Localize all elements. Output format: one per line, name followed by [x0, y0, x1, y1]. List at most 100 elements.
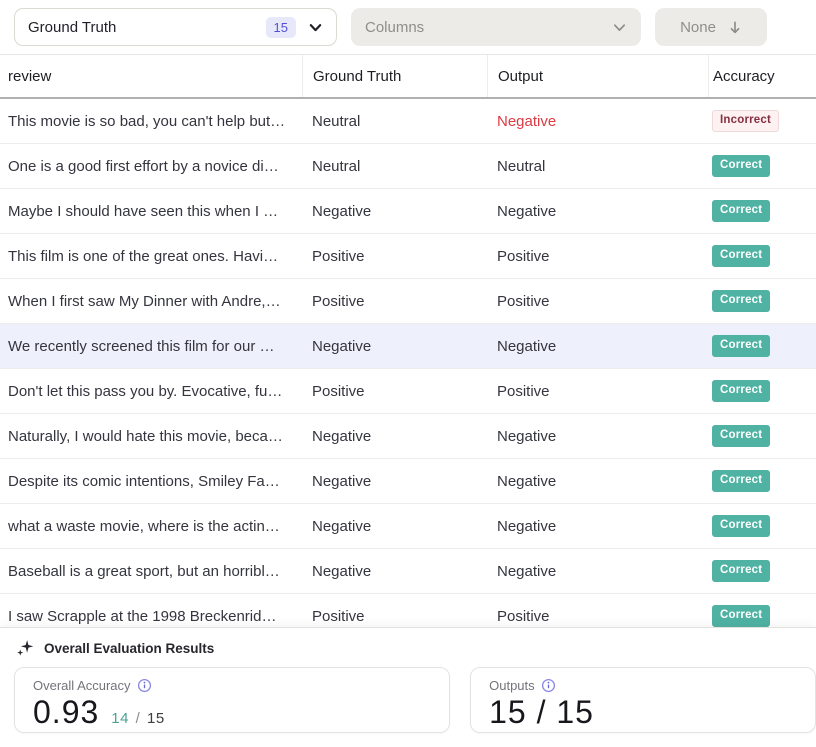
accuracy-cell: Incorrect: [708, 110, 816, 132]
accuracy-cell: Correct: [708, 245, 816, 267]
output-cell: Negative: [487, 338, 708, 355]
accuracy-badge: Correct: [712, 470, 770, 492]
ground-truth-cell: Negative: [302, 338, 487, 355]
ground-truth-cell: Positive: [302, 248, 487, 265]
ground-truth-cell: Neutral: [302, 158, 487, 175]
accuracy-badge: Correct: [712, 200, 770, 222]
accuracy-badge: Correct: [712, 515, 770, 537]
review-cell: This film is one of the great ones. Havi…: [0, 248, 302, 265]
accuracy-cell: Correct: [708, 290, 816, 312]
review-cell: Maybe I should have seen this when I …: [0, 203, 302, 220]
output-cell: Positive: [487, 248, 708, 265]
accuracy-cell: Correct: [708, 515, 816, 537]
row-count-badge: 15: [266, 17, 296, 38]
ground-truth-select-label: Ground Truth: [28, 19, 266, 36]
review-cell: We recently screened this film for our …: [0, 338, 302, 355]
review-cell: Despite its comic intentions, Smiley Fa…: [0, 473, 302, 490]
overall-accuracy-label: Overall Accuracy: [33, 678, 131, 693]
output-cell: Negative: [487, 518, 708, 535]
overall-accuracy-value: 0.93: [33, 694, 99, 731]
outputs-value: 15 / 15: [489, 694, 594, 731]
arrow-down-icon: [728, 20, 742, 35]
accuracy-badge: Correct: [712, 425, 770, 447]
sort-button[interactable]: None: [655, 8, 767, 46]
output-cell: Negative: [487, 563, 708, 580]
accuracy-cell: Correct: [708, 200, 816, 222]
review-cell: This movie is so bad, you can't help but…: [0, 113, 302, 130]
outputs-card: Outputs 15 / 15: [470, 667, 816, 733]
ground-truth-select[interactable]: Ground Truth 15: [14, 8, 337, 46]
accuracy-cell: Correct: [708, 425, 816, 447]
accuracy-cell: Correct: [708, 560, 816, 582]
ground-truth-cell: Negative: [302, 203, 487, 220]
accuracy-badge: Correct: [712, 155, 770, 177]
output-cell: Negative: [487, 203, 708, 220]
review-cell: I saw Scrapple at the 1998 Breckenrid…: [0, 608, 302, 625]
accuracy-cell: Correct: [708, 470, 816, 492]
columns-select-label: Columns: [365, 19, 612, 36]
info-icon[interactable]: [137, 678, 152, 693]
table-row[interactable]: Baseball is a great sport, but an horrib…: [0, 549, 816, 594]
table-row[interactable]: When I first saw My Dinner with Andre,… …: [0, 279, 816, 324]
columns-select[interactable]: Columns: [351, 8, 641, 46]
output-cell: Negative: [487, 473, 708, 490]
accuracy-badge: Incorrect: [712, 110, 779, 132]
results-table: review Ground Truth Output Accuracy This…: [0, 55, 816, 639]
column-header-ground-truth[interactable]: Ground Truth: [302, 55, 487, 97]
table-row[interactable]: Despite its comic intentions, Smiley Fa……: [0, 459, 816, 504]
sparkles-icon: [15, 638, 35, 658]
overall-results-header: Overall Evaluation Results: [0, 628, 816, 662]
sort-button-label: None: [680, 19, 716, 36]
review-cell: what a waste movie, where is the actin…: [0, 518, 302, 535]
output-cell: Positive: [487, 293, 708, 310]
table-row[interactable]: This film is one of the great ones. Havi…: [0, 234, 816, 279]
table-row[interactable]: We recently screened this film for our ……: [0, 324, 816, 369]
ground-truth-cell: Positive: [302, 293, 487, 310]
ground-truth-cell: Negative: [302, 518, 487, 535]
chevron-down-icon: [612, 20, 627, 35]
accuracy-badge: Correct: [712, 290, 770, 312]
output-cell: Positive: [487, 383, 708, 400]
table-row[interactable]: Don't let this pass you by. Evocative, f…: [0, 369, 816, 414]
ground-truth-cell: Neutral: [302, 113, 487, 130]
table-body: This movie is so bad, you can't help but…: [0, 99, 816, 639]
ground-truth-cell: Negative: [302, 563, 487, 580]
ground-truth-cell: Positive: [302, 383, 487, 400]
table-row[interactable]: what a waste movie, where is the actin… …: [0, 504, 816, 549]
accuracy-cell: Correct: [708, 380, 816, 402]
review-cell: Don't let this pass you by. Evocative, f…: [0, 383, 302, 400]
chevron-down-icon: [308, 20, 323, 35]
output-cell: Positive: [487, 608, 708, 625]
output-cell: Negative: [487, 428, 708, 445]
review-cell: Naturally, I would hate this movie, beca…: [0, 428, 302, 445]
overall-results-title: Overall Evaluation Results: [44, 641, 214, 656]
accuracy-badge: Correct: [712, 245, 770, 267]
outputs-label: Outputs: [489, 678, 535, 693]
table-row[interactable]: One is a good first effort by a novice d…: [0, 144, 816, 189]
overall-results-panel: Overall Evaluation Results Overall Accur…: [0, 627, 816, 747]
accuracy-cell: Correct: [708, 605, 816, 627]
table-row[interactable]: Maybe I should have seen this when I … N…: [0, 189, 816, 234]
column-header-accuracy[interactable]: Accuracy: [708, 55, 816, 97]
accuracy-badge: Correct: [712, 560, 770, 582]
toolbar: Ground Truth 15 Columns None: [0, 0, 816, 55]
table-row[interactable]: Naturally, I would hate this movie, beca…: [0, 414, 816, 459]
review-cell: One is a good first effort by a novice d…: [0, 158, 302, 175]
column-header-output[interactable]: Output: [487, 55, 708, 97]
table-row[interactable]: This movie is so bad, you can't help but…: [0, 99, 816, 144]
accuracy-cell: Correct: [708, 155, 816, 177]
review-cell: Baseball is a great sport, but an horrib…: [0, 563, 302, 580]
ground-truth-cell: Negative: [302, 428, 487, 445]
summary-cards: Overall Accuracy 0.93 14 / 15 Outputs: [0, 662, 816, 733]
accuracy-fraction: 14 / 15: [111, 710, 164, 727]
ground-truth-cell: Positive: [302, 608, 487, 625]
ground-truth-cell: Negative: [302, 473, 487, 490]
table-header: review Ground Truth Output Accuracy: [0, 55, 816, 99]
accuracy-badge: Correct: [712, 605, 770, 627]
output-cell: Negative: [487, 113, 708, 130]
column-header-review[interactable]: review: [0, 55, 302, 97]
output-cell: Neutral: [487, 158, 708, 175]
accuracy-badge: Correct: [712, 380, 770, 402]
info-icon[interactable]: [541, 678, 556, 693]
accuracy-badge: Correct: [712, 335, 770, 357]
